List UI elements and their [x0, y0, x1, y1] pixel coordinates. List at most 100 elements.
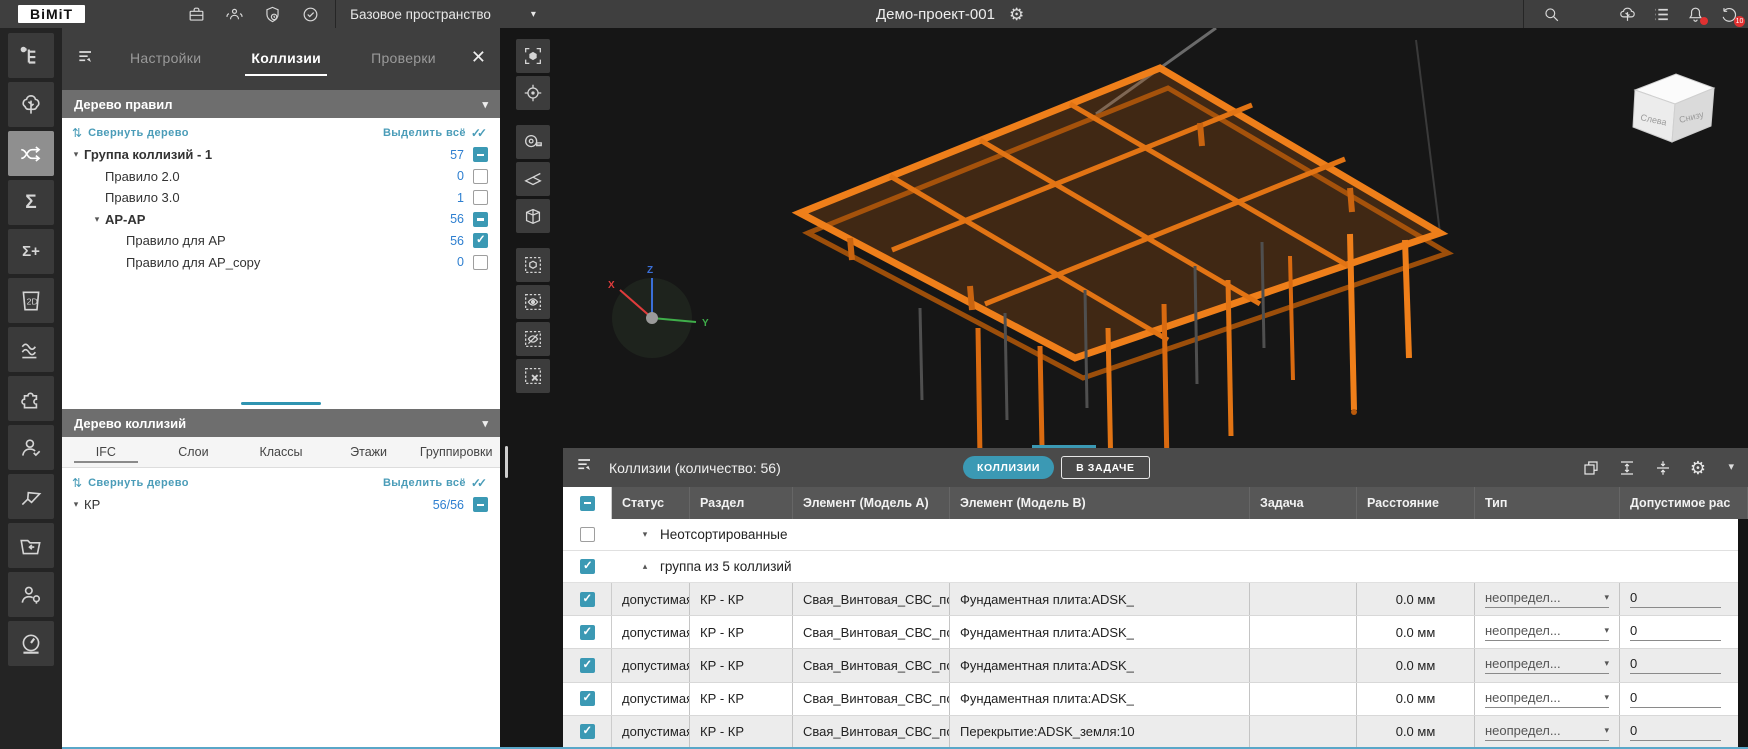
user-check-icon[interactable] — [8, 425, 54, 470]
type-select[interactable]: неопредел...▾ — [1485, 690, 1609, 708]
navigation-cube[interactable]: Слева Снизу — [1633, 74, 1714, 142]
section-box-icon[interactable] — [516, 199, 550, 233]
collapse-tree-link[interactable]: Свернуть дерево — [88, 127, 189, 139]
row-checkbox[interactable] — [580, 527, 595, 542]
panel-menu-icon[interactable] — [76, 47, 96, 72]
clear-selection-icon[interactable] — [516, 359, 550, 393]
section-plane-icon[interactable] — [516, 162, 550, 196]
table-row[interactable]: допустимая КР - КР Свая_Винтовая_СВС_по_… — [563, 649, 1748, 682]
allowed-distance-input[interactable]: 0 — [1630, 590, 1721, 608]
allowed-distance-input[interactable]: 0 — [1630, 723, 1721, 741]
nature-tree-icon[interactable] — [8, 82, 54, 127]
2d-sheet-icon[interactable]: 2D — [8, 278, 54, 323]
shuffle-collisions-icon[interactable] — [8, 131, 54, 176]
allowed-distance-input[interactable]: 0 — [1630, 656, 1721, 674]
close-icon[interactable]: ✕ — [471, 48, 486, 66]
isolate-box-icon[interactable] — [516, 248, 550, 282]
table-menu-icon[interactable] — [575, 455, 595, 480]
group-caret-icon[interactable]: ▾ — [630, 529, 660, 540]
row-checkbox[interactable] — [580, 724, 595, 739]
waves-chart-icon[interactable] — [8, 327, 54, 372]
project-settings-gear-icon[interactable]: ⚙ — [1009, 6, 1024, 23]
tab-settings[interactable]: Настройки — [124, 42, 207, 76]
table-scrollbar[interactable] — [1738, 519, 1748, 749]
tab-groupings[interactable]: Группировки — [412, 437, 500, 467]
col-task[interactable]: Задача — [1250, 487, 1357, 519]
chevron-down-icon[interactable]: ▾ — [1728, 460, 1734, 473]
group-row-5-collisions[interactable]: ▴ группа из 5 коллизий — [563, 551, 1748, 583]
tree-item-rule-2[interactable]: Правило 2.0 0 — [62, 166, 500, 188]
tree-item-group-1[interactable]: ▾ Группа коллизий - 1 57 — [62, 144, 500, 166]
col-allowed[interactable]: Допустимое рас — [1620, 487, 1748, 519]
axis-gizmo[interactable]: X Z Y — [608, 265, 709, 358]
type-select[interactable]: неопредел...▾ — [1485, 723, 1609, 741]
notifications-icon[interactable] — [1684, 3, 1706, 25]
tree-checkbox[interactable] — [473, 147, 488, 162]
panel-split-handle[interactable] — [62, 399, 500, 409]
sigma-icon[interactable]: Σ — [8, 180, 54, 225]
col-distance[interactable]: Расстояние — [1357, 487, 1475, 519]
puzzle-icon[interactable] — [8, 376, 54, 421]
trowel-icon[interactable] — [8, 474, 54, 519]
allowed-distance-input[interactable]: 0 — [1630, 623, 1721, 641]
tab-ifc[interactable]: IFC — [62, 437, 150, 467]
row-checkbox[interactable] — [580, 691, 595, 706]
tree-item-ar-ar[interactable]: ▾ АР-АР 56 — [62, 209, 500, 231]
collapse-rows-icon[interactable] — [1654, 459, 1672, 477]
gauge-icon[interactable] — [8, 621, 54, 666]
search-icon[interactable] — [1540, 3, 1562, 25]
tree-item-rule-ar-copy[interactable]: Правило для АР_copy 0 — [62, 252, 500, 274]
allowed-distance-input[interactable]: 0 — [1630, 690, 1721, 708]
tree-checkbox[interactable] — [473, 497, 488, 512]
list-icon[interactable] — [1650, 3, 1672, 25]
history-icon[interactable]: 10 — [1718, 3, 1740, 25]
tab-checks[interactable]: Проверки — [365, 42, 442, 76]
shield-clock-icon[interactable] — [261, 3, 283, 25]
col-section[interactable]: Раздел — [690, 487, 793, 519]
row-checkbox[interactable] — [580, 658, 595, 673]
tree-item-rule-3[interactable]: Правило 3.0 1 — [62, 187, 500, 209]
tab-floors[interactable]: Этажи — [325, 437, 413, 467]
collisions-tree-header[interactable]: Дерево коллизий ▾ — [62, 409, 500, 437]
in-task-view-button[interactable]: В ЗАДАЧЕ — [1061, 456, 1150, 479]
row-checkbox[interactable] — [580, 625, 595, 640]
tab-classes[interactable]: Классы — [237, 437, 325, 467]
rules-tree-header[interactable]: Дерево правил ▾ — [62, 90, 500, 118]
table-row[interactable]: допустимая КР - КР Свая_Винтовая_СВС_по_… — [563, 616, 1748, 649]
collapse-tree-link[interactable]: Свернуть дерево — [88, 477, 189, 489]
duplicate-icon[interactable] — [1582, 459, 1600, 477]
tab-layers[interactable]: Слои — [150, 437, 238, 467]
user-pin-icon[interactable] — [8, 572, 54, 617]
group-caret-icon[interactable]: ▴ — [630, 561, 660, 572]
model-tree-icon[interactable] — [1616, 3, 1638, 25]
tree-checkbox[interactable] — [473, 169, 488, 184]
collisions-view-button[interactable]: КОЛЛИЗИИ — [963, 456, 1054, 479]
workspace-selector[interactable]: Базовое пространство ▾ — [350, 7, 536, 22]
hide-eye-icon[interactable] — [516, 322, 550, 356]
row-checkbox[interactable] — [580, 559, 595, 574]
panel-resize-handle[interactable] — [505, 446, 508, 478]
col-status[interactable]: Статус — [612, 487, 690, 519]
col-element-a[interactable]: Элемент (Модель A) — [793, 487, 950, 519]
briefcase-icon[interactable] — [185, 3, 207, 25]
select-all-link[interactable]: Выделить всё — [383, 477, 466, 489]
show-eye-icon[interactable] — [516, 285, 550, 319]
table-row[interactable]: допустимая КР - КР Свая_Винтовая_СВС_по_… — [563, 683, 1748, 716]
measure-icon[interactable] — [516, 125, 550, 159]
table-settings-gear-icon[interactable]: ⚙ — [1690, 459, 1706, 477]
hierarchy-tree-icon[interactable] — [8, 33, 54, 78]
expand-rows-icon[interactable] — [1618, 459, 1636, 477]
locate-icon[interactable] — [516, 76, 550, 110]
tree-caret-icon[interactable]: ▾ — [68, 499, 84, 510]
tree-caret-icon[interactable]: ▾ — [68, 149, 84, 160]
col-element-b[interactable]: Элемент (Модель B) — [950, 487, 1250, 519]
type-select[interactable]: неопредел...▾ — [1485, 590, 1609, 608]
tree-item-rule-ar[interactable]: Правило для АР 56 — [62, 230, 500, 252]
select-all-checkbox[interactable] — [580, 496, 595, 511]
team-icon[interactable] — [223, 3, 245, 25]
collapse-section-icon[interactable]: ▾ — [482, 417, 488, 430]
tree-checkbox[interactable] — [473, 233, 488, 248]
folder-share-icon[interactable] — [8, 523, 54, 568]
tree-checkbox[interactable] — [473, 255, 488, 270]
col-type[interactable]: Тип — [1475, 487, 1620, 519]
